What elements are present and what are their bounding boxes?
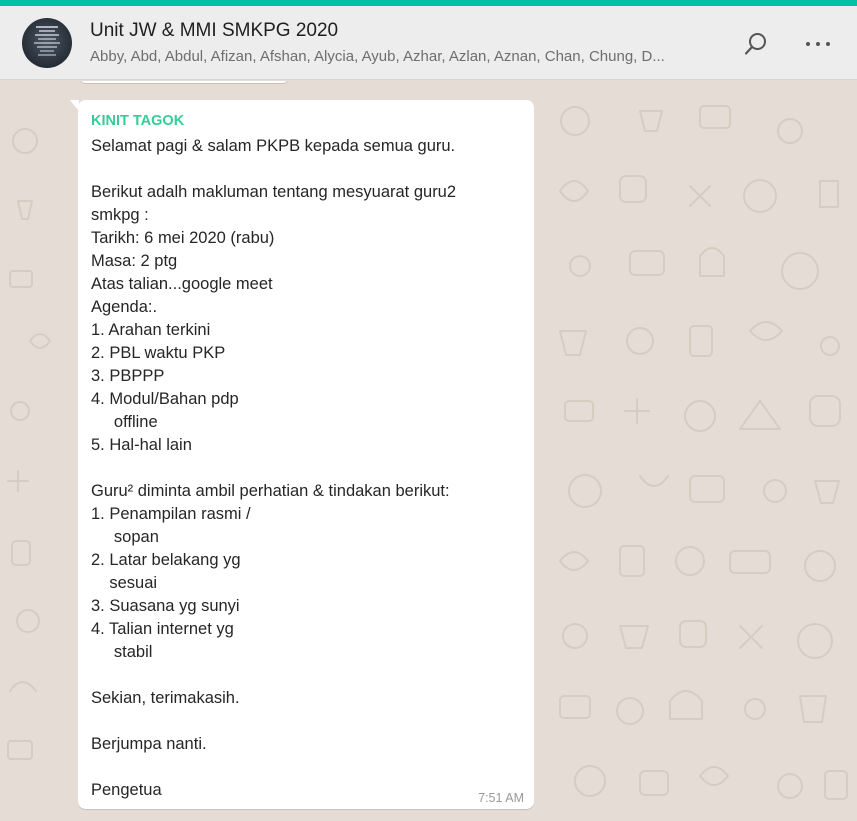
message-line: 1. Arahan terkini [91,321,211,339]
message-line: Atas talian...google meet [91,275,273,293]
sender-name[interactable]: KINIT TAGOK [91,112,522,131]
message-line: 3. PBPPP [91,367,165,385]
message-line: 5. Hal-hal lain [91,436,192,454]
message-line: Tarikh: 6 mei 2020 (rabu) [91,229,275,247]
more-options-button[interactable] [800,26,836,62]
message-line: Berikut adalh makluman tentang mesyuarat… [91,183,457,201]
message-line: 3. Suasana yg sunyi [91,597,240,615]
message-bubble[interactable]: KINIT TAGOK Selamat pagi & salam PKPB ke… [70,100,534,809]
search-icon [744,33,766,55]
chat-title[interactable]: Unit JW & MMI SMKPG 2020 [90,20,338,42]
message-line [91,158,522,181]
message-line: Agenda:. [91,298,158,316]
message-line [91,756,522,779]
previous-message-bubble [78,81,290,83]
message-line: Masa: 2 ptg [91,252,178,270]
chat-header[interactable]: Unit JW & MMI SMKPG 2020 Abby, Abd, Abdu… [0,6,857,80]
message-line [91,710,522,733]
message-text: Selamat pagi & salam PKPB kepada semua g… [91,135,522,802]
message-line [91,664,522,687]
more-options-icon [806,42,830,46]
participants-list[interactable]: Abby, Abd, Abdul, Afizan, Afshan, Alycia… [90,48,710,65]
search-button[interactable] [738,26,774,62]
message-line: smkpg : [91,206,149,224]
message-timestamp: 7:51 AM [478,791,524,805]
bubble-tail [70,100,79,111]
chat-area[interactable]: KINIT TAGOK Selamat pagi & salam PKPB ke… [0,81,857,821]
message-line: Selamat pagi & salam PKPB kepada semua g… [91,137,456,155]
message-line: 4. Talian internet yg [91,620,234,638]
message-line: Guru² diminta ambil perhatian & tindakan… [91,482,450,500]
message-line: 1. Penampilan rasmi / [91,505,251,523]
message-line: sopan [91,528,159,546]
message-line: 4. Modul/Bahan pdp [91,390,239,408]
message-line: Sekian, terimakasih. [91,689,240,707]
group-avatar-icon[interactable] [22,18,72,68]
message-line: stabil [91,643,153,661]
message-line: Berjumpa nanti. [91,735,207,753]
message-line: 2. PBL waktu PKP [91,344,226,362]
message-line: 2. Latar belakang yg [91,551,241,569]
message-line [91,457,522,480]
message-line: offline [91,413,158,431]
message-line: sesuai [91,574,158,592]
message-line: Pengetua [91,781,162,799]
